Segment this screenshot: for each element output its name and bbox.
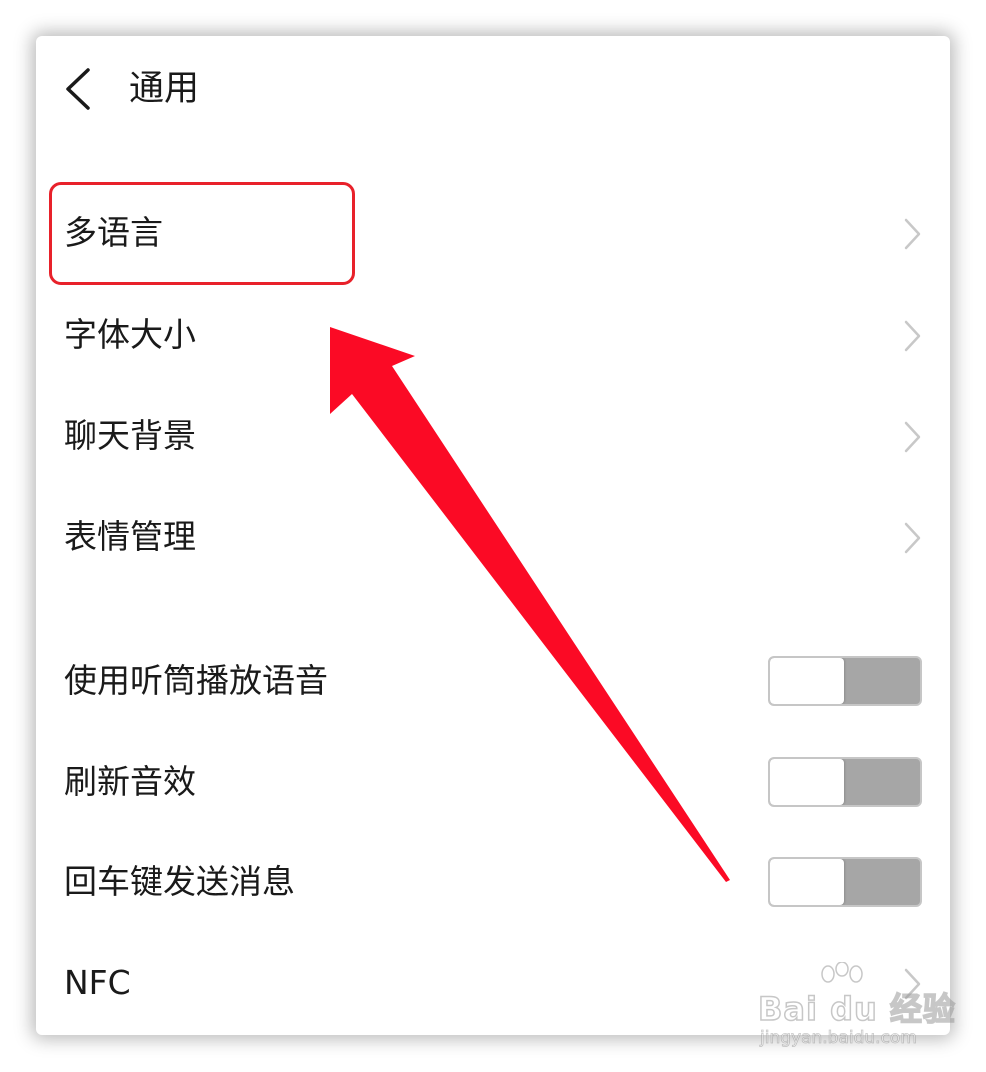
toggle-knob [770,859,844,905]
enter-to-send-toggle[interactable] [768,857,922,907]
page-title: 通用 [129,69,200,109]
enter-to-send-item: 回车键发送消息 [36,832,950,932]
toggle-knob [770,658,844,704]
font-size-item[interactable]: 字体大小 [36,285,950,385]
settings-screen: 通用 多语言 字体大小 聊天背景 表情管理 使用听筒播放语音 刷新音效 回车键发… [36,36,950,1035]
chevron-right-icon [904,421,921,453]
sticker-management-item[interactable]: 表情管理 [36,487,950,587]
row-label: 多语言 [64,213,163,252]
chevron-left-icon [66,68,90,110]
earpiece-playback-toggle[interactable] [768,656,922,706]
chat-background-item[interactable]: 聊天背景 [36,386,950,486]
refresh-sound-toggle[interactable] [768,757,922,807]
chevron-right-icon [904,968,921,1000]
toggle-knob [770,759,844,805]
row-label: 聊天背景 [64,416,196,455]
back-button[interactable] [58,64,102,114]
nfc-item[interactable]: NFC [36,933,950,1033]
chevron-right-icon [904,522,921,554]
earpiece-playback-item: 使用听筒播放语音 [36,631,950,731]
chevron-right-icon [904,320,921,352]
top-bar: 通用 [36,36,950,141]
row-label: 刷新音效 [64,762,196,801]
multi-language-item[interactable]: 多语言 [36,183,950,283]
row-label: 表情管理 [64,517,196,556]
chevron-right-icon [904,218,921,250]
row-label: 回车键发送消息 [64,862,295,901]
row-label: 字体大小 [64,315,196,354]
row-label: 使用听筒播放语音 [64,661,328,700]
row-label: NFC [64,963,131,1002]
refresh-sound-item: 刷新音效 [36,732,950,832]
